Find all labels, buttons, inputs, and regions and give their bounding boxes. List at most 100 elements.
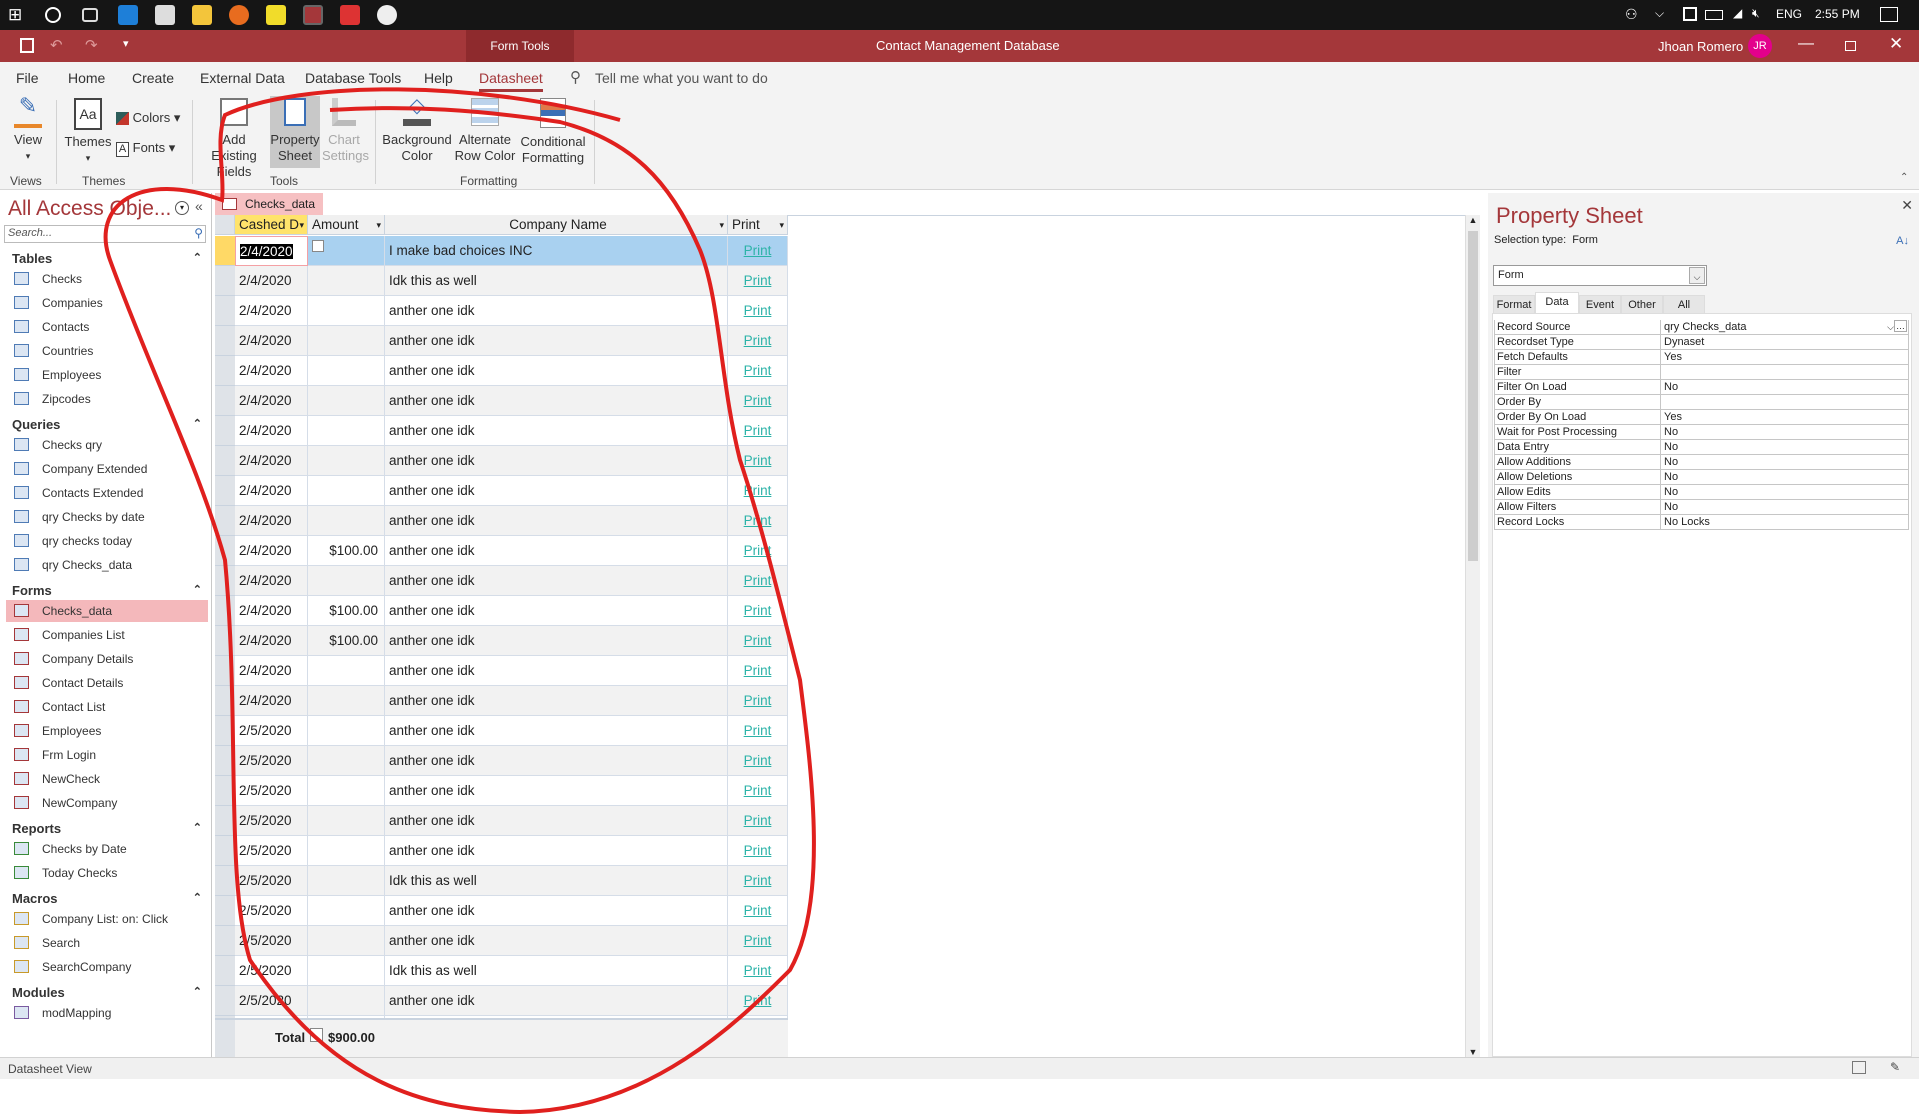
search-icon[interactable]: ⚲ [194,226,203,240]
table-row[interactable]: 2/5/2020 anther one idk Print [215,926,788,956]
cell-cashed-date[interactable]: 2/4/2020 [235,356,308,386]
record-selector[interactable] [215,656,235,686]
cell-amount[interactable] [308,386,385,416]
property-row-record-source[interactable]: Record Source qry Checks_data ⌵… [1494,320,1909,335]
column-header-cashed-date[interactable]: Cashed D ▾ [235,215,308,235]
tab-data[interactable]: Data [1535,292,1579,314]
cell-cashed-date[interactable]: 2/4/2020 [235,296,308,326]
cell-print-link[interactable]: Print [728,986,788,1016]
property-row-order-by[interactable]: Order By [1494,395,1909,410]
property-value[interactable]: No [1660,425,1908,439]
scroll-down-icon[interactable]: ▼ [1466,1047,1480,1057]
task-view-icon[interactable] [82,8,98,22]
nav-item-companies[interactable]: Companies [6,292,208,314]
cell-print-link[interactable]: Print [728,596,788,626]
cell-cashed-date[interactable]: 2/4/2020 [235,656,308,686]
cell-company-name[interactable]: anther one idk [385,566,728,596]
customize-toolbar-icon[interactable]: ▾ [123,37,129,50]
nav-item-employees[interactable]: Employees [6,364,208,386]
property-row-record-locks[interactable]: Record Locks No Locks [1494,515,1909,530]
avatar[interactable]: JR [1748,34,1772,58]
table-row[interactable]: 2/4/2020 anther one idk Print [215,476,788,506]
cell-print-link[interactable]: Print [728,896,788,926]
file-explorer-icon[interactable] [192,5,212,25]
tab-help[interactable]: Help [424,70,453,86]
collapse-section-icon[interactable]: ⌃ [193,985,202,998]
cell-amount[interactable] [308,506,385,536]
tab-datasheet[interactable]: Datasheet [479,70,543,92]
cell-amount[interactable] [308,266,385,296]
cell-print-link[interactable]: Print [728,656,788,686]
cell-company-name[interactable]: anther one idk [385,356,728,386]
cell-amount[interactable] [308,926,385,956]
user-name[interactable]: Jhoan Romero [1658,39,1743,54]
table-row[interactable]: 2/4/2020 anther one idk Print [215,416,788,446]
cell-print-link-text[interactable]: Print [744,783,772,798]
cell-company-name[interactable]: Idk this as well [385,866,728,896]
cell-print-link-text[interactable]: Print [744,903,772,918]
app-icon-2[interactable] [377,5,397,25]
nav-item-checks-qry[interactable]: Checks qry [6,434,208,456]
nav-item-contact-details[interactable]: Contact Details [6,672,208,694]
table-row[interactable]: 2/5/2020 anther one idk Print [215,806,788,836]
cell-print-link[interactable]: Print [728,266,788,296]
record-selector[interactable] [215,836,235,866]
cell-amount[interactable] [308,806,385,836]
cell-print-link-text[interactable]: Print [744,423,772,438]
tab-format[interactable]: Format [1493,295,1535,314]
cell-print-link-text[interactable]: Print [744,513,772,528]
nav-item-modmapping[interactable]: modMapping [6,1002,208,1024]
cell-cashed-date[interactable]: 2/4/2020 [235,686,308,716]
tab-database-tools[interactable]: Database Tools [305,70,401,86]
tell-me-box[interactable]: Tell me what you want to do [595,70,768,86]
windows-start-icon[interactable]: ⊞ [8,5,28,25]
cell-company-name[interactable]: anther one idk [385,626,728,656]
cell-amount[interactable] [308,326,385,356]
property-value[interactable] [1660,395,1908,409]
cell-print-link-text[interactable]: Print [744,963,772,978]
shutter-bar-close-icon[interactable]: « [195,198,203,214]
nav-section-tables[interactable]: Tables ⌃ [12,251,202,266]
store-icon[interactable] [155,5,175,25]
chart-settings-button[interactable]: Chart Settings [322,98,369,164]
wifi-icon[interactable]: ◢ [1733,6,1742,20]
property-value[interactable]: No Locks [1660,515,1908,529]
property-row-allow-edits[interactable]: Allow Edits No [1494,485,1909,500]
firefox-icon[interactable] [229,5,249,25]
save-icon[interactable] [20,38,34,53]
nav-menu-icon[interactable]: ▾ [175,201,189,215]
document-tab-checks-data[interactable]: Checks_data [215,193,323,215]
cell-company-name[interactable]: I make bad choices INC [385,236,728,266]
cell-print-link[interactable]: Print [728,536,788,566]
cell-cashed-date[interactable]: 2/4/2020 [235,506,308,536]
cell-print-link[interactable]: Print [728,956,788,986]
record-selector[interactable] [215,596,235,626]
redo-icon[interactable]: ↷ [85,36,98,54]
cell-print-link-text[interactable]: Print [744,243,772,258]
property-row-fetch-defaults[interactable]: Fetch Defaults Yes [1494,350,1909,365]
property-row-data-entry[interactable]: Data Entry No [1494,440,1909,455]
nav-section-forms[interactable]: Forms ⌃ [12,583,202,598]
nav-item-today-checks[interactable]: Today Checks [6,862,208,884]
cell-cashed-date[interactable]: 2/5/2020 [235,716,308,746]
property-sheet-button[interactable]: Property Sheet [270,96,320,168]
record-selector[interactable] [215,236,235,266]
column-header-print[interactable]: Print ▾ [728,215,788,235]
cell-print-link[interactable]: Print [728,866,788,896]
nav-item-frm-login[interactable]: Frm Login [6,744,208,766]
cell-amount[interactable]: $100.00 [308,626,385,656]
table-row[interactable]: 2/4/2020 Idk this as well Print [215,266,788,296]
nav-item-checks-data[interactable]: Checks_data [6,600,208,622]
cell-print-link[interactable]: Print [728,446,788,476]
table-row[interactable]: 2/4/2020 $100.00 anther one idk Print [215,626,788,656]
cell-amount[interactable] [308,566,385,596]
table-row[interactable]: 2/5/2020 Idk this as well Print [215,866,788,896]
cell-print-link-text[interactable]: Print [744,723,772,738]
cell-company-name[interactable]: anther one idk [385,926,728,956]
property-row-order-by-on-load[interactable]: Order By On Load Yes [1494,410,1909,425]
builder-ellipsis-button[interactable]: … [1894,320,1907,332]
cell-print-link-text[interactable]: Print [744,693,772,708]
record-selector[interactable] [215,536,235,566]
chevron-down-icon[interactable]: ⌵ [1689,267,1705,284]
colors-button[interactable]: Colors ▾ [116,110,180,126]
